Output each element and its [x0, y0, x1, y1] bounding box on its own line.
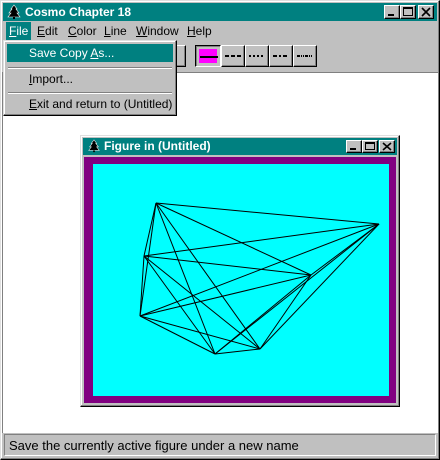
menu-color[interactable]: Color — [65, 22, 100, 40]
solid-line-icon — [200, 56, 218, 58]
menu-separator — [8, 92, 172, 94]
minimize-button[interactable] — [384, 5, 400, 19]
figure-line — [214, 223, 380, 355]
figure-canvas[interactable] — [93, 164, 389, 396]
figure-system-menu-icon[interactable] — [87, 139, 101, 153]
maximize-icon — [403, 7, 413, 16]
figure-line — [143, 255, 312, 276]
figure-line — [143, 223, 380, 257]
menu-line[interactable]: Line — [101, 22, 130, 40]
maximize-button[interactable] — [400, 5, 416, 19]
close-button[interactable] — [418, 5, 434, 19]
file-menu-dropdown: Save Copy As... Import... Exit and retur… — [3, 40, 177, 116]
menu-separator — [8, 67, 172, 69]
figure-title: Figure in (Untitled) — [104, 139, 211, 153]
menuitem-exit-and-return[interactable]: Exit and return to (Untitled) — [7, 95, 173, 113]
minimize-icon — [350, 148, 356, 150]
figure-title-bar[interactable]: Figure in (Untitled) — [83, 138, 397, 155]
menu-edit[interactable]: Edit — [34, 22, 61, 40]
line-style-solid-button[interactable] — [195, 45, 221, 67]
figure-line — [155, 202, 380, 225]
menu-window[interactable]: Window — [133, 22, 182, 40]
status-text: Save the currently active figure under a… — [9, 438, 299, 453]
figure-maximize-button[interactable] — [362, 140, 378, 153]
minimize-icon — [388, 14, 394, 16]
figure-line — [143, 255, 261, 350]
dot-line-icon — [249, 55, 265, 57]
main-title-bar[interactable]: Cosmo Chapter 18 — [3, 3, 437, 21]
selected-color-swatch — [199, 49, 218, 63]
figure-line — [139, 255, 145, 317]
close-icon — [382, 142, 392, 151]
figure-close-button[interactable] — [379, 140, 395, 153]
line-style-dashdotdot-button[interactable] — [293, 45, 317, 67]
dashdot-line-icon — [273, 55, 289, 57]
figure-line — [139, 315, 216, 355]
figure-minimize-button[interactable] — [346, 140, 362, 153]
menu-file[interactable]: File — [6, 22, 32, 40]
line-style-dot-button[interactable] — [245, 45, 269, 67]
figure-line — [214, 348, 261, 355]
menuitem-import[interactable]: Import... — [7, 70, 173, 88]
close-icon — [421, 7, 431, 17]
app-title: Cosmo Chapter 18 — [25, 5, 132, 19]
figure-line — [155, 202, 312, 276]
figure-line — [139, 223, 380, 317]
polyline-figure — [139, 202, 380, 355]
app-system-menu-icon[interactable] — [6, 4, 22, 20]
menu-bar: File Edit Color Line Window Help — [2, 22, 438, 40]
menu-help[interactable]: Help — [184, 22, 215, 40]
dashdotdot-line-icon — [297, 55, 313, 57]
dash-line-icon — [225, 55, 241, 57]
figure-line — [155, 202, 216, 355]
menuitem-save-copy-as[interactable]: Save Copy As... — [7, 44, 173, 62]
line-style-dashdot-button[interactable] — [269, 45, 293, 67]
figure-line — [259, 223, 380, 350]
line-style-dash-button[interactable] — [221, 45, 245, 67]
maximize-icon — [365, 142, 375, 150]
status-bar: Save the currently active figure under a… — [4, 434, 436, 456]
